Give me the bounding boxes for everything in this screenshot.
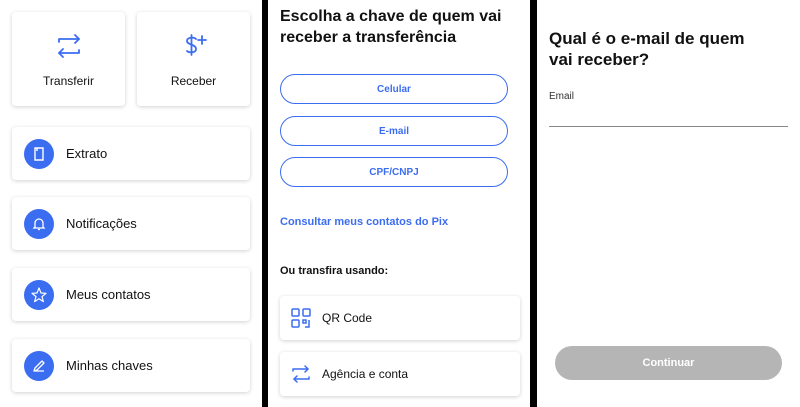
title-line-2: vai receber?	[549, 50, 650, 69]
choose-key-panel: Escolha a chave de quem vai receber a tr…	[268, 0, 530, 407]
star-icon	[24, 279, 54, 310]
email-field-label: Email	[549, 91, 575, 102]
title-line-1: Escolha a chave de quem vai	[280, 8, 502, 25]
email-field-underline	[549, 126, 788, 127]
my-keys-label: Minhas chaves	[66, 358, 153, 373]
qr-code-icon	[291, 308, 311, 328]
qr-code-label: QR Code	[322, 311, 373, 325]
document-icon	[24, 138, 54, 169]
agency-account-option[interactable]: Agência e conta	[280, 352, 520, 396]
statement-label: Extrato	[66, 146, 108, 161]
transfer-tile-label: Transferir	[43, 74, 94, 88]
email-field[interactable]	[549, 104, 788, 124]
page-title: Qual é o e-mail de quem vai receber?	[549, 28, 745, 70]
transfer-tile[interactable]: Transferir	[12, 12, 125, 106]
qr-code-option[interactable]: QR Code	[280, 296, 520, 340]
contacts-label: Meus contatos	[66, 287, 151, 302]
contacts-item[interactable]: Meus contatos	[12, 268, 250, 321]
key-option-email[interactable]: E-mail	[280, 116, 508, 146]
pencil-icon	[24, 350, 54, 381]
statement-item[interactable]: Extrato	[12, 127, 250, 180]
title-line-2: receber a transferência	[280, 29, 457, 46]
transfer-icon	[292, 365, 310, 383]
email-entry-panel: Qual é o e-mail de quem vai receber? Ema…	[537, 0, 800, 407]
receive-tile-label: Receber	[170, 74, 217, 88]
key-option-cpf-cnpj[interactable]: CPF/CNPJ	[280, 157, 508, 187]
agency-account-label: Agência e conta	[322, 367, 409, 381]
notifications-item[interactable]: Notificações	[12, 197, 250, 250]
receive-tile[interactable]: Receber	[137, 12, 250, 106]
transfer-icon	[57, 34, 80, 58]
page-title: Escolha a chave de quem vai receber a tr…	[280, 6, 501, 48]
continue-button[interactable]: Continuar	[555, 346, 782, 380]
title-line-1: Qual é o e-mail de quem	[549, 29, 745, 48]
alt-methods-label: Ou transfira usando:	[280, 265, 389, 277]
key-option-phone[interactable]: Celular	[280, 74, 508, 104]
notifications-label: Notificações	[66, 216, 137, 231]
pix-contacts-link[interactable]: Consultar meus contatos do Pix	[280, 216, 448, 228]
pix-home-panel: Transferir Receber Extrato Notificações …	[0, 0, 262, 407]
dollar-plus-icon	[185, 34, 207, 56]
bell-icon	[24, 208, 54, 239]
my-keys-item[interactable]: Minhas chaves	[12, 339, 250, 392]
